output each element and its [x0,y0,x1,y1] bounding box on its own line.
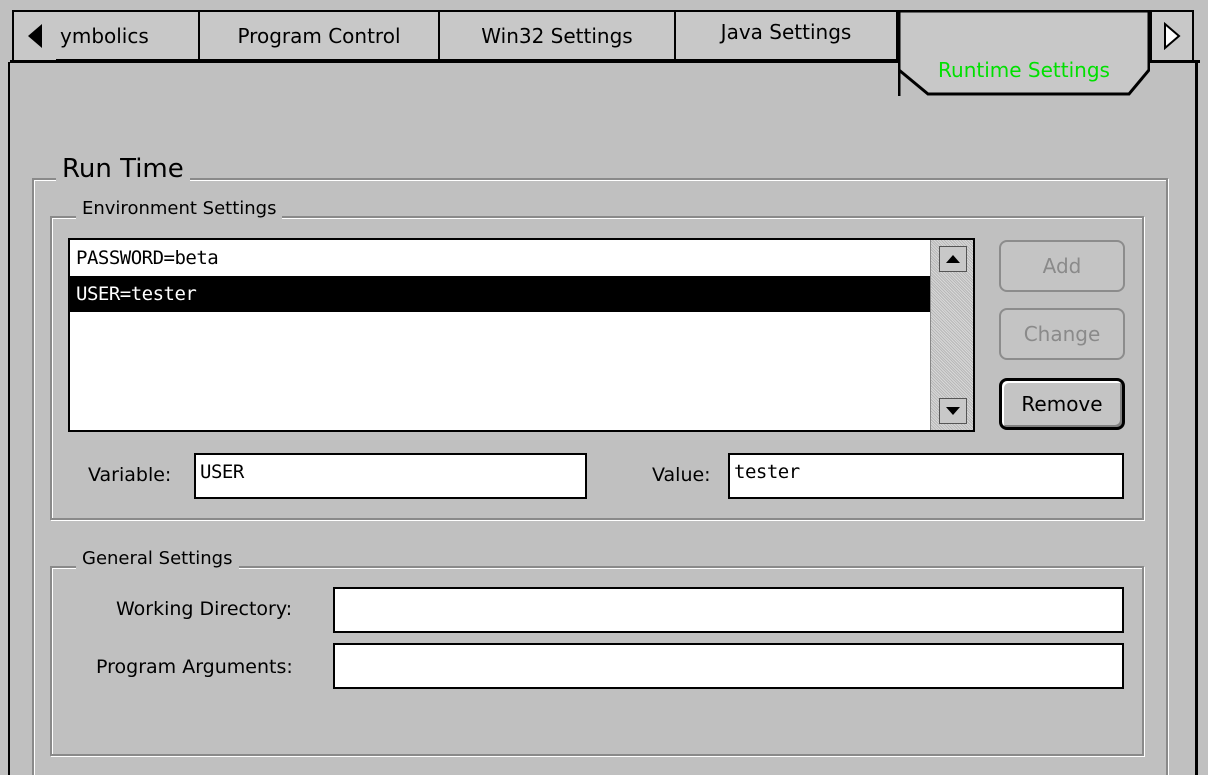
tab-scroll-right-button[interactable] [1150,10,1194,62]
run-time-title: Run Time [56,154,190,184]
tab-program-control[interactable]: Program Control [200,10,440,62]
tab-java-settings[interactable]: Java Settings [676,10,898,62]
list-item-selected[interactable]: USER=tester [70,276,973,312]
list-scrollbar[interactable] [930,240,973,430]
add-button[interactable]: Add [999,240,1125,292]
remove-button[interactable]: Remove [999,378,1125,430]
value-label: Value: [652,464,711,486]
tab-strip: ymbolics Program Control Win32 Settings … [0,0,1208,100]
variable-input[interactable]: USER [194,453,587,499]
tab-scroll-left-button[interactable] [12,10,56,62]
frame-left-border [0,62,10,775]
triangle-right-icon [1164,22,1181,50]
scroll-down-button[interactable] [939,398,967,424]
tab-symbolics[interactable]: ymbolics [56,10,200,62]
program-arguments-label: Program Arguments: [96,656,293,678]
tab-label: Java Settings [720,20,852,44]
working-directory-input[interactable] [333,587,1124,633]
remove-button-label: Remove [1021,392,1103,416]
environment-settings-title: Environment Settings [76,198,283,219]
triangle-left-icon [28,24,42,48]
tab-label: Win32 Settings [481,23,633,48]
add-button-label: Add [1042,254,1082,278]
frame-top-line [10,60,898,63]
value-input[interactable]: tester [728,453,1124,499]
tab-label: ymbolics [60,23,149,48]
general-settings-title: General Settings [76,548,239,569]
working-directory-label: Working Directory: [116,598,293,620]
environment-list[interactable]: PASSWORD=beta USER=tester [68,238,975,432]
change-button-label: Change [1023,322,1101,346]
program-arguments-input[interactable] [333,643,1124,689]
active-tab-outline [898,10,1150,96]
tab-win32-settings[interactable]: Win32 Settings [440,10,676,62]
variable-label: Variable: [88,464,172,486]
frame-top-line-right [1150,60,1200,63]
arrow-down-icon [946,407,960,415]
scroll-up-button[interactable] [939,246,967,272]
tab-label: Program Control [237,23,401,48]
arrow-up-icon [946,255,960,263]
change-button[interactable]: Change [999,308,1125,360]
frame-right-border [1195,62,1198,775]
list-item[interactable]: PASSWORD=beta [70,240,973,276]
